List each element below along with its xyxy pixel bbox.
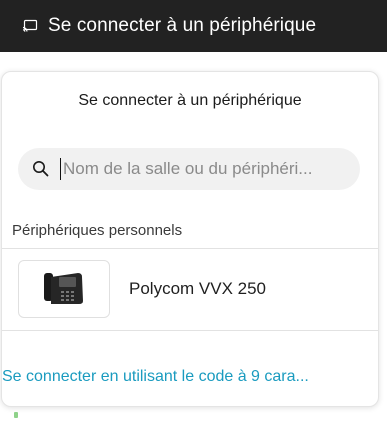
connect-device-button[interactable]: Se connecter à un périphérique [0,0,387,52]
cursor-mark [14,412,18,418]
header-title: Se connecter à un périphérique [48,15,317,36]
connect-with-code-link[interactable]: Se connecter en utilisant le code à 9 ca… [2,368,309,386]
page: Se connecter à un périphérique Se connec… [0,0,387,421]
connect-device-popup: Se connecter à un périphérique Périphéri… [1,71,379,407]
desk-phone-icon [42,267,86,312]
section-label-personal-devices: Périphériques personnels [12,222,183,239]
cast-screen-icon [22,19,38,33]
device-name: Polycom VVX 250 [129,279,267,298]
device-item[interactable]: Polycom VVX 250 [2,250,378,328]
divider [2,330,378,331]
search-icon [32,160,50,178]
divider [2,248,378,249]
search-input[interactable] [63,159,353,179]
text-cursor [60,158,61,180]
popup-title: Se connecter à un périphérique [78,92,302,109]
device-thumbnail [18,260,110,318]
search-box[interactable] [18,148,360,190]
